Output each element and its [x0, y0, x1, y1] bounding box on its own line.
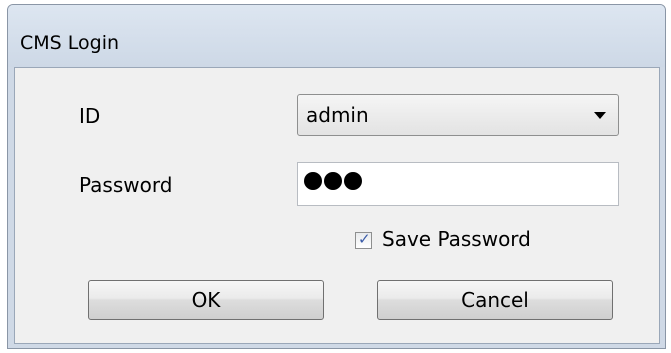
window-title: CMS Login — [20, 32, 120, 54]
dialog-body: ID admin Password ✓ Save Password OK Can… — [14, 67, 660, 344]
password-dot — [324, 172, 342, 190]
id-dropdown-value: admin — [306, 103, 369, 127]
password-label: Password — [79, 173, 173, 197]
password-field[interactable] — [297, 162, 619, 206]
id-label: ID — [79, 104, 101, 128]
ok-button[interactable]: OK — [88, 280, 324, 320]
checkmark-icon: ✓ — [358, 230, 371, 248]
chevron-down-icon[interactable] — [594, 112, 606, 119]
save-password-checkbox[interactable]: ✓ — [355, 230, 372, 249]
title-bar[interactable]: CMS Login — [8, 5, 665, 67]
login-dialog: CMS Login ID admin Password ✓ Save Passw… — [7, 4, 666, 349]
save-password-label[interactable]: Save Password — [382, 227, 531, 251]
password-dot — [304, 172, 322, 190]
password-mask — [304, 172, 362, 190]
password-dot — [344, 172, 362, 190]
id-dropdown[interactable]: admin — [297, 94, 619, 136]
cancel-button[interactable]: Cancel — [377, 280, 613, 320]
